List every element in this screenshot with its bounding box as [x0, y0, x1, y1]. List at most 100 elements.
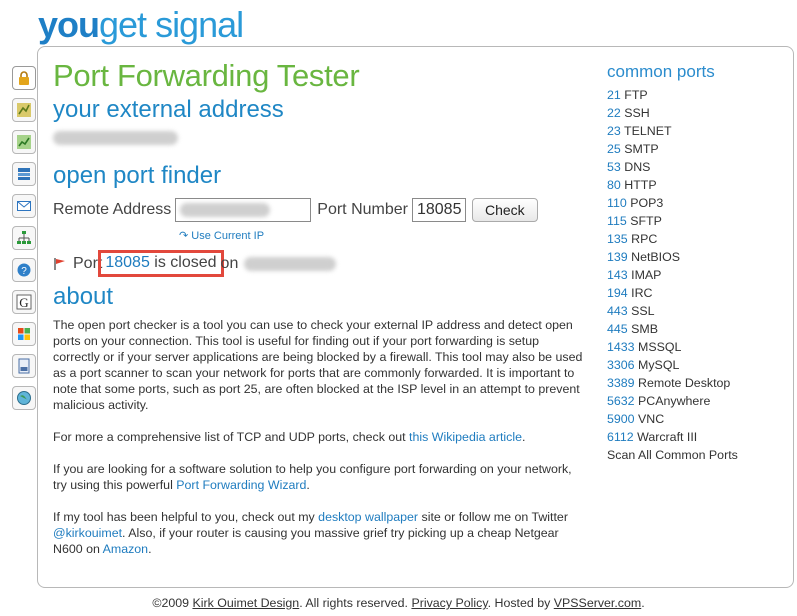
port-number[interactable]: 23 — [607, 124, 621, 138]
port-number[interactable]: 3389 — [607, 376, 635, 390]
port-row[interactable]: 194 IRC — [607, 284, 787, 302]
about-paragraph-3: If you are looking for a software soluti… — [53, 461, 583, 493]
port-number[interactable]: 135 — [607, 232, 628, 246]
port-number[interactable]: 5632 — [607, 394, 635, 408]
footer-end: . — [641, 596, 645, 610]
port-number[interactable]: 5900 — [607, 412, 635, 426]
port-number[interactable]: 21 — [607, 88, 621, 102]
port-number[interactable]: 80 — [607, 178, 621, 192]
port-row[interactable]: 3306 MySQL — [607, 356, 787, 374]
port-service-name: SSL — [631, 304, 655, 318]
sidebar-item-tool-10[interactable] — [12, 354, 36, 378]
amazon-link[interactable]: Amazon — [103, 542, 148, 556]
common-ports-list: 21 FTP 22 SSH 23 TELNET 25 SMTP 53 DNS 80 HTT… — [607, 86, 787, 446]
use-current-ip-link[interactable]: ↷ Use Current IP — [179, 230, 264, 242]
port-row[interactable]: 80 HTTP — [607, 176, 787, 194]
result-ip-blurred — [244, 256, 337, 271]
port-number[interactable]: 53 — [607, 160, 621, 174]
sidebar-item-tool-2[interactable] — [12, 98, 36, 122]
port-service-name: SMB — [631, 322, 658, 336]
tool-sidebar: ? G — [12, 66, 38, 418]
about-p2-end: . — [521, 430, 526, 444]
result-port-link[interactable]: 18085 — [105, 254, 150, 271]
port-number[interactable]: 194 — [607, 286, 628, 300]
port-number[interactable]: 25 — [607, 142, 621, 156]
red-flag-icon — [54, 257, 65, 270]
wikipedia-link[interactable]: this Wikipedia article — [409, 430, 522, 444]
site-logo[interactable]: youget signal — [38, 4, 244, 46]
about-p4-text2: site or follow me on Twitter — [418, 510, 568, 524]
port-number[interactable]: 443 — [607, 304, 628, 318]
port-number[interactable]: 1433 — [607, 340, 635, 354]
external-address-heading: your external address — [53, 96, 284, 123]
sidebar-item-tool-4[interactable] — [12, 162, 36, 186]
port-number[interactable]: 110 — [607, 196, 627, 210]
port-number[interactable]: 6112 — [607, 430, 634, 444]
port-row[interactable]: 443 SSL — [607, 302, 787, 320]
port-service-name: POP3 — [630, 196, 664, 210]
port-result: Port 18085 is closed on — [53, 250, 583, 277]
use-current-ip-label: Use Current IP — [191, 230, 265, 242]
desktop-wallpaper-link[interactable]: desktop wallpaper — [318, 510, 418, 524]
sidebar-item-tool-9[interactable] — [12, 322, 36, 346]
port-number[interactable]: 3306 — [607, 358, 635, 372]
lock-icon — [19, 71, 29, 85]
sidebar-item-tool-7[interactable]: ? — [12, 258, 36, 282]
sidebar-item-tool-11[interactable] — [12, 386, 36, 410]
twitter-link[interactable]: @kirkouimet — [53, 526, 122, 540]
help-icon: ? — [17, 263, 31, 277]
remote-address-input[interactable] — [175, 198, 312, 222]
port-row[interactable]: 25 SMTP — [607, 140, 787, 158]
port-number[interactable]: 115 — [607, 214, 627, 228]
port-service-name: FTP — [624, 88, 648, 102]
document-icon — [18, 358, 30, 374]
port-row[interactable]: 135 RPC — [607, 230, 787, 248]
port-row[interactable]: 22 SSH — [607, 104, 787, 122]
network-icon — [17, 231, 31, 244]
check-button[interactable]: Check — [471, 198, 538, 222]
port-service-name: DNS — [624, 160, 651, 174]
server-icon — [18, 168, 30, 180]
port-row[interactable]: 21 FTP — [607, 86, 787, 104]
port-row[interactable]: 110 POP3 — [607, 194, 787, 212]
port-service-name: MSSQL — [638, 340, 682, 354]
port-row[interactable]: 139 NetBIOS — [607, 248, 787, 266]
google-icon: G — [16, 294, 32, 310]
port-row[interactable]: 5632 PCAnywhere — [607, 392, 787, 410]
logo-part-you: you — [38, 4, 100, 45]
port-forwarding-wizard-link[interactable]: Port Forwarding Wizard — [176, 478, 306, 492]
about-paragraph-1: The open port checker is a tool you can … — [53, 318, 583, 412]
remote-address-label: Remote Address — [53, 201, 172, 218]
port-row[interactable]: 53 DNS — [607, 158, 787, 176]
sidebar-item-tool-3[interactable] — [12, 130, 36, 154]
kirk-ouimet-design-link[interactable]: Kirk Ouimet Design — [192, 596, 299, 610]
port-row[interactable]: 23 TELNET — [607, 122, 787, 140]
vpsserver-link[interactable]: VPSServer.com — [554, 596, 641, 610]
port-service-name: TELNET — [624, 124, 672, 138]
mail-icon — [17, 201, 31, 211]
port-row[interactable]: 115 SFTP — [607, 212, 787, 230]
about-p4-end: . — [148, 542, 152, 556]
port-row[interactable]: 3389 Remote Desktop — [607, 374, 787, 392]
common-ports-title: common ports — [607, 62, 715, 81]
privacy-policy-link[interactable]: Privacy Policy — [411, 596, 487, 610]
port-row[interactable]: 6112 Warcraft III — [607, 428, 787, 446]
port-row[interactable]: 1433 MSSQL — [607, 338, 787, 356]
port-number[interactable]: 139 — [607, 250, 628, 264]
port-number[interactable]: 143 — [607, 268, 628, 282]
sidebar-item-port-forwarding[interactable] — [12, 66, 36, 90]
sidebar-item-tool-6[interactable] — [12, 226, 36, 250]
sidebar-item-tool-8[interactable]: G — [12, 290, 36, 314]
port-row[interactable]: 143 IMAP — [607, 266, 787, 284]
port-service-name: SMTP — [624, 142, 659, 156]
port-service-name: Warcraft III — [637, 430, 698, 444]
port-check-form: Remote Address Port Number 18085 Check — [53, 198, 583, 222]
scan-all-ports-link[interactable]: Scan All Common Ports — [607, 446, 787, 464]
port-row[interactable]: 445 SMB — [607, 320, 787, 338]
port-number[interactable]: 445 — [607, 322, 628, 336]
page-title: Port Forwarding Tester — [53, 58, 360, 93]
port-number-input[interactable]: 18085 — [411, 198, 466, 222]
sidebar-item-tool-5[interactable] — [12, 194, 36, 218]
port-number[interactable]: 22 — [607, 106, 621, 120]
port-row[interactable]: 5900 VNC — [607, 410, 787, 428]
